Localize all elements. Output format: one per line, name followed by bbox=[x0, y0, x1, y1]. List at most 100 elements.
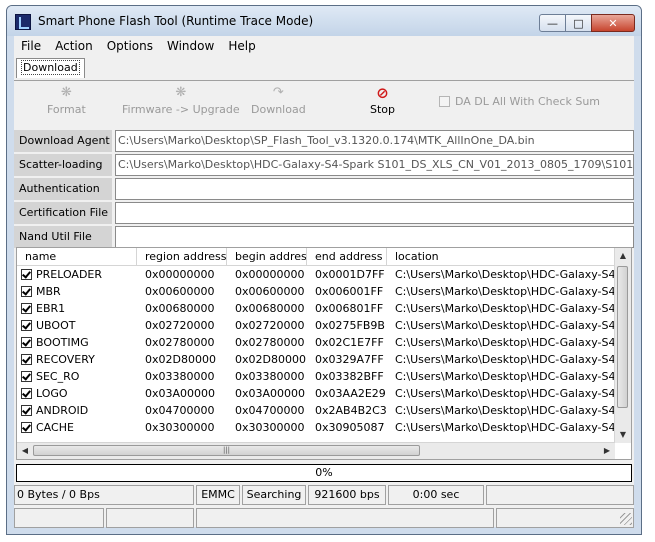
column-begin-address[interactable]: begin address bbox=[227, 248, 307, 265]
partition-name-cell: RECOVERY bbox=[17, 351, 137, 368]
horizontal-scroll-thumb[interactable]: ||| bbox=[33, 445, 420, 456]
partition-checkbox[interactable] bbox=[21, 405, 32, 416]
scatter-row: Scatter-loading File C:\Users\Marko\Desk… bbox=[14, 154, 634, 193]
column-name[interactable]: name bbox=[17, 248, 137, 265]
close-button[interactable]: ✕ bbox=[591, 14, 635, 32]
table-row[interactable]: SEC_RO 0x03380000 0x03380000 0x03382BFF C:\U… bbox=[17, 368, 615, 385]
maximize-button[interactable]: □ bbox=[565, 14, 592, 32]
table-row[interactable]: UBOOT 0x02720000 0x02720000 0x0275FB9B C:\Us… bbox=[17, 317, 615, 334]
region-address-cell: 0x04700000 bbox=[145, 404, 215, 417]
window-title: Smart Phone Flash Tool (Runtime Trace Mo… bbox=[38, 14, 314, 28]
table-row[interactable]: BOOTIMG 0x02780000 0x02780000 0x02C1E7FF C:\… bbox=[17, 334, 615, 351]
tab-download-label: Download bbox=[21, 60, 80, 75]
firmware-upgrade-icon: ❋ bbox=[175, 85, 187, 100]
status-state: Searching bbox=[242, 485, 306, 505]
location-cell: C:\Users\Marko\Desktop\HDC-Galaxy-S4-Spa bbox=[395, 319, 615, 332]
nand-util-label[interactable]: Nand Util File bbox=[14, 226, 112, 248]
end-address-cell: 0x02C1E7FF bbox=[315, 336, 384, 349]
format-button[interactable]: ❋ Format bbox=[47, 85, 86, 116]
scatter-label[interactable]: Scatter-loading File bbox=[14, 154, 112, 193]
partition-name: UBOOT bbox=[36, 319, 76, 332]
end-address-cell: 0x30905087 bbox=[315, 421, 385, 434]
stop-icon: ⊘ bbox=[376, 84, 389, 102]
menu-action[interactable]: Action bbox=[48, 39, 100, 53]
da-dl-checksum-label: DA DL All With Check Sum bbox=[455, 95, 601, 108]
status-storage: EMMC bbox=[196, 485, 240, 505]
scatter-field[interactable]: C:\Users\Marko\Desktop\HDC-Galaxy-S4-Spa… bbox=[115, 154, 634, 176]
status-baud: 921600 bps bbox=[308, 485, 386, 505]
title-bar[interactable]: Smart Phone Flash Tool (Runtime Trace Mo… bbox=[7, 6, 641, 36]
partition-name-cell: UBOOT bbox=[17, 317, 137, 334]
menu-help[interactable]: Help bbox=[221, 39, 262, 53]
download-agent-field[interactable]: C:\Users\Marko\Desktop\SP_Flash_Tool_v3.… bbox=[115, 130, 634, 152]
authentication-label[interactable]: Authentication File bbox=[14, 178, 112, 217]
partition-checkbox[interactable] bbox=[21, 303, 32, 314]
partition-name-cell: EBR1 bbox=[17, 300, 137, 317]
end-address-cell: 0x0001D7FF bbox=[315, 268, 385, 281]
firmware-upgrade-button[interactable]: ❋ Firmware -> Upgrade bbox=[122, 85, 240, 116]
table-body: PRELOADER 0x00000000 0x00000000 0x0001D7FF C… bbox=[17, 266, 615, 436]
scroll-left-icon[interactable]: ◀ bbox=[17, 443, 33, 459]
partition-table[interactable]: name region address begin address end ad… bbox=[16, 247, 632, 460]
partition-checkbox[interactable] bbox=[21, 371, 32, 382]
firmware-upgrade-label: Firmware -> Upgrade bbox=[122, 103, 240, 116]
status-cell bbox=[496, 508, 634, 528]
menu-file[interactable]: File bbox=[14, 39, 48, 53]
scroll-down-icon[interactable]: ▼ bbox=[615, 427, 631, 443]
partition-name-cell: SEC_RO bbox=[17, 368, 137, 385]
minimize-button[interactable]: — bbox=[539, 14, 566, 32]
partition-checkbox[interactable] bbox=[21, 286, 32, 297]
partition-checkbox[interactable] bbox=[21, 422, 32, 433]
download-agent-label[interactable]: Download Agent bbox=[14, 130, 112, 152]
partition-checkbox[interactable] bbox=[21, 354, 32, 365]
partition-name: MBR bbox=[36, 285, 61, 298]
partition-checkbox[interactable] bbox=[21, 388, 32, 399]
vertical-scroll-thumb[interactable] bbox=[617, 266, 628, 408]
menu-options[interactable]: Options bbox=[100, 39, 160, 53]
vertical-scrollbar[interactable]: ▲ ▼ bbox=[614, 248, 631, 443]
region-address-cell: 0x00000000 bbox=[145, 268, 215, 281]
partition-checkbox[interactable] bbox=[21, 269, 32, 280]
scroll-right-icon[interactable]: ▶ bbox=[599, 443, 615, 459]
column-location[interactable]: location bbox=[387, 248, 615, 265]
resize-grip-icon[interactable] bbox=[620, 513, 632, 525]
menu-window[interactable]: Window bbox=[160, 39, 221, 53]
da-dl-checksum-option[interactable]: DA DL All With Check Sum bbox=[439, 95, 600, 108]
tab-download[interactable]: Download bbox=[16, 58, 85, 78]
table-row[interactable]: RECOVERY 0x02D80000 0x02D80000 0x0329A7FF C:… bbox=[17, 351, 615, 368]
download-label: Download bbox=[251, 103, 306, 116]
da-dl-checksum-checkbox[interactable] bbox=[439, 96, 450, 107]
table-row[interactable]: MBR 0x00600000 0x00600000 0x006001FF C:\User… bbox=[17, 283, 615, 300]
maximize-icon: □ bbox=[573, 16, 584, 30]
download-button[interactable]: ↷ Download bbox=[251, 85, 306, 116]
column-region-address[interactable]: region address bbox=[137, 248, 227, 265]
format-label: Format bbox=[47, 103, 86, 116]
begin-address-cell: 0x02780000 bbox=[235, 336, 305, 349]
scroll-up-icon[interactable]: ▲ bbox=[615, 248, 631, 264]
partition-checkbox[interactable] bbox=[21, 337, 32, 348]
status-cell bbox=[106, 508, 194, 528]
partition-checkbox[interactable] bbox=[21, 320, 32, 331]
location-cell: C:\Users\Marko\Desktop\HDC-Galaxy-S4-Spa bbox=[395, 302, 615, 315]
column-end-address[interactable]: end address bbox=[307, 248, 387, 265]
partition-name-cell: CACHE bbox=[17, 419, 137, 436]
table-row[interactable]: ANDROID 0x04700000 0x04700000 0x2AB4B2C3 C:\… bbox=[17, 402, 615, 419]
region-address-cell: 0x00680000 bbox=[145, 302, 215, 315]
table-row[interactable]: LOGO 0x03A00000 0x03A00000 0x03AA2E29 C:\Use… bbox=[17, 385, 615, 402]
partition-name-cell: ANDROID bbox=[17, 402, 137, 419]
certification-label[interactable]: Certification File bbox=[14, 202, 112, 224]
table-row[interactable]: PRELOADER 0x00000000 0x00000000 0x0001D7FF C… bbox=[17, 266, 615, 283]
end-address-cell: 0x03AA2E29 bbox=[315, 387, 386, 400]
location-cell: C:\Users\Marko\Desktop\HDC-Galaxy-S4-Spa bbox=[395, 387, 615, 400]
nand-util-field[interactable] bbox=[115, 226, 634, 248]
location-cell: C:\Users\Marko\Desktop\HDC-Galaxy-S4-Spa bbox=[395, 285, 615, 298]
partition-name: LOGO bbox=[36, 387, 68, 400]
table-row[interactable]: CACHE 0x30300000 0x30300000 0x30905087 C:\Us… bbox=[17, 419, 615, 436]
download-agent-row: Download Agent C:\Users\Marko\Desktop\SP… bbox=[14, 130, 634, 152]
stop-button[interactable]: ⊘ Stop bbox=[370, 85, 395, 116]
horizontal-scrollbar[interactable]: ◀ ||| ▶ bbox=[17, 442, 615, 459]
table-row[interactable]: EBR1 0x00680000 0x00680000 0x006801FF C:\Use… bbox=[17, 300, 615, 317]
authentication-field[interactable] bbox=[115, 178, 634, 200]
partition-name-cell: MBR bbox=[17, 283, 137, 300]
certification-field[interactable] bbox=[115, 202, 634, 224]
